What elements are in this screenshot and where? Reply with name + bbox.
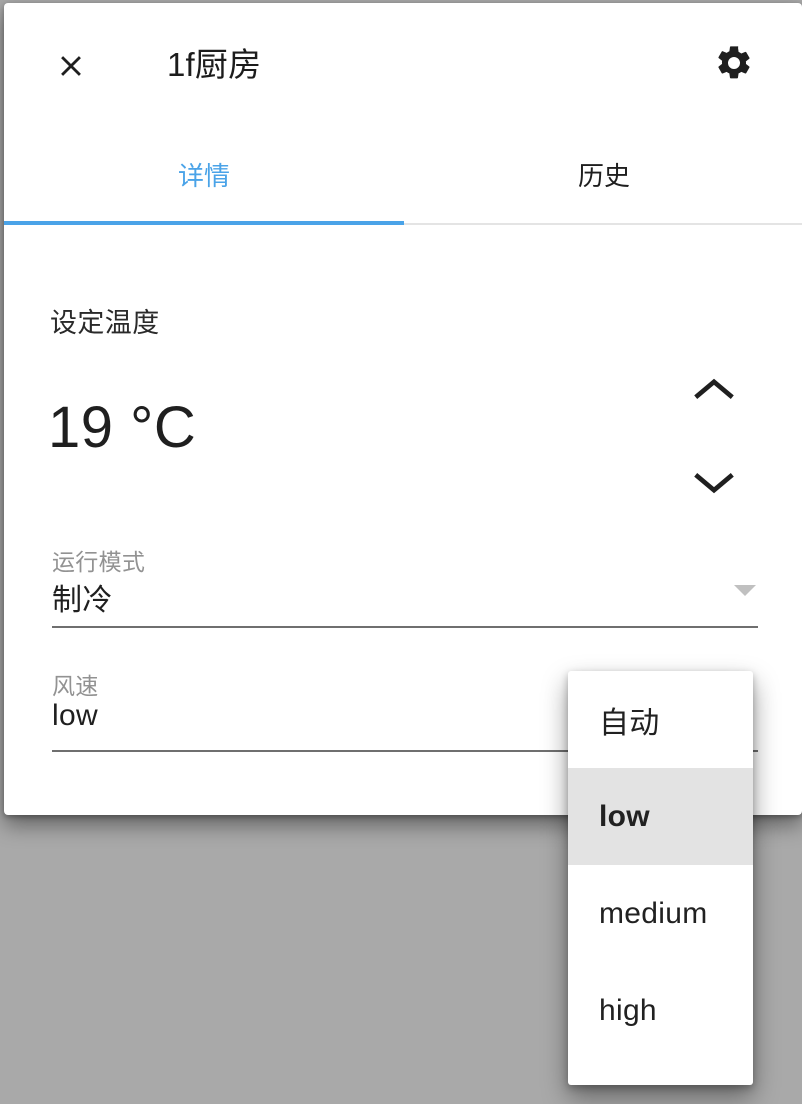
operation-mode-underline — [52, 626, 758, 628]
operation-mode-value: 制冷 — [52, 584, 113, 617]
dialog-header: 1f厨房 — [4, 3, 802, 125]
menu-item-high[interactable]: high — [568, 962, 753, 1059]
close-icon — [54, 49, 88, 83]
dialog-title: 1f厨房 — [167, 46, 262, 83]
fan-speed-label: 风速 — [52, 673, 99, 699]
tab-active-indicator — [4, 221, 404, 225]
setpoint-value: 19 °C — [48, 395, 197, 460]
close-button[interactable] — [48, 43, 94, 89]
menu-item-auto-label: 自动 — [599, 706, 660, 740]
tab-details-label: 详情 — [177, 160, 230, 191]
temperature-decrease-button[interactable] — [688, 463, 740, 509]
menu-item-medium-label: medium — [599, 896, 708, 930]
gear-icon — [714, 43, 754, 88]
menu-item-low-label: low — [599, 799, 650, 833]
fan-speed-dropdown-menu[interactable]: 自动 low medium high — [568, 671, 753, 1085]
setpoint-label: 设定温度 — [50, 308, 160, 338]
tab-history-label: 历史 — [577, 160, 630, 191]
tab-details[interactable]: 详情 — [4, 125, 404, 223]
menu-item-auto[interactable]: 自动 — [568, 671, 753, 768]
chevron-down-icon[interactable] — [734, 585, 756, 596]
chevron-up-icon — [694, 375, 734, 406]
menu-item-high-label: high — [599, 993, 657, 1027]
chevron-down-icon — [694, 471, 734, 502]
settings-button[interactable] — [710, 41, 758, 89]
dialog-tabs: 详情 历史 — [4, 125, 802, 225]
menu-item-medium[interactable]: medium — [568, 865, 753, 962]
screen-root: 1f厨房 详情 历史 设定温度 19 °C 运行模式 制冷 风速 low 自动 … — [0, 0, 802, 1104]
temperature-increase-button[interactable] — [688, 367, 740, 413]
fan-speed-value: low — [52, 699, 98, 732]
operation-mode-label: 运行模式 — [52, 549, 146, 575]
tab-history[interactable]: 历史 — [404, 125, 802, 223]
menu-item-low[interactable]: low — [568, 768, 753, 865]
